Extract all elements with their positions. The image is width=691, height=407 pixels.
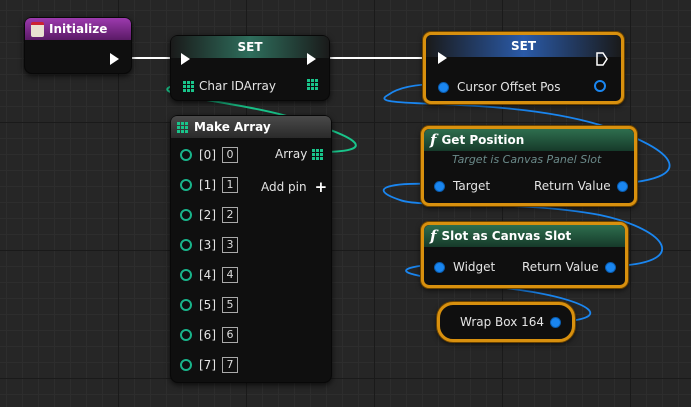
cursor-offset-input-pin[interactable]: Cursor Offset Pos bbox=[438, 80, 561, 94]
array-index-label: [3] bbox=[199, 238, 216, 252]
char-idarray-label: Char IDArray bbox=[199, 79, 276, 93]
set-title: SET bbox=[510, 39, 537, 53]
array-output-pin[interactable]: Array bbox=[275, 147, 324, 161]
exec-out-hollow-pin[interactable] bbox=[596, 52, 608, 66]
array-index-label: [5] bbox=[199, 298, 216, 312]
slot-as-canvas-header: f Slot as Canvas Slot bbox=[424, 225, 625, 247]
exec-arrow-icon bbox=[438, 52, 447, 64]
exec-hollow-icon bbox=[596, 52, 608, 66]
add-pin-button[interactable]: Add pin + bbox=[261, 178, 327, 196]
array-input-pin-4[interactable]: [4] 4 bbox=[180, 267, 238, 283]
array-value-field[interactable]: 6 bbox=[222, 327, 238, 343]
get-position-subtitle: Target is Canvas Panel Slot bbox=[452, 153, 602, 166]
widget-input-pin[interactable]: Widget bbox=[434, 260, 495, 274]
exec-arrow-icon bbox=[181, 53, 190, 65]
array-input-pin-6[interactable]: [6] 6 bbox=[180, 327, 238, 343]
object-pin-icon bbox=[604, 261, 616, 273]
array-input-pin-0[interactable]: [0] 0 bbox=[180, 147, 238, 163]
plus-icon: + bbox=[314, 178, 328, 196]
get-position-title: Get Position bbox=[441, 133, 525, 147]
object-pin-icon bbox=[434, 261, 445, 273]
array-index-label: [6] bbox=[199, 328, 216, 342]
set-header: SET bbox=[426, 35, 621, 57]
array-index-label: [0] bbox=[199, 148, 216, 162]
make-array-node[interactable]: Make Array Array Add pin + [0] 0 [1] 1 [2]… bbox=[170, 115, 332, 383]
exec-in-pin[interactable] bbox=[181, 53, 190, 65]
int-pin-icon bbox=[180, 269, 192, 281]
get-position-header: f Get Position bbox=[424, 129, 634, 151]
vector-pin-icon bbox=[616, 180, 628, 192]
make-array-icon bbox=[177, 121, 188, 133]
object-pin-icon bbox=[550, 316, 562, 328]
wrap-box-output-pin[interactable]: Wrap Box 164 bbox=[460, 315, 562, 329]
set-cursor-offset-node[interactable]: SET Cursor Offset Pos bbox=[423, 32, 624, 104]
int-pin-icon bbox=[180, 299, 192, 311]
int-pin-icon bbox=[180, 209, 192, 221]
array-input-pin-5[interactable]: [5] 5 bbox=[180, 297, 238, 313]
array-value-field[interactable]: 5 bbox=[222, 297, 238, 313]
initialize-node[interactable]: Initialize bbox=[24, 17, 132, 74]
slot-as-canvas-slot-node[interactable]: f Slot as Canvas Slot Widget Return Valu… bbox=[421, 222, 628, 288]
array-value-field[interactable]: 1 bbox=[222, 177, 238, 193]
function-icon: f bbox=[430, 131, 437, 149]
char-idarray-output-pin[interactable] bbox=[307, 79, 318, 90]
array-value-field[interactable]: 4 bbox=[222, 267, 238, 283]
exec-arrow-icon bbox=[307, 53, 316, 65]
int-pin-icon bbox=[180, 239, 192, 251]
exec-out-pin[interactable] bbox=[110, 53, 119, 65]
array-index-label: [2] bbox=[199, 208, 216, 222]
return-value-output-pin[interactable]: Return Value bbox=[522, 260, 616, 274]
return-value-output-pin[interactable]: Return Value bbox=[534, 179, 628, 193]
set-header: SET bbox=[171, 36, 329, 58]
cursor-offset-output-pin[interactable] bbox=[594, 80, 606, 92]
char-idarray-input-pin[interactable]: Char IDArray bbox=[183, 79, 276, 93]
return-value-label: Return Value bbox=[534, 179, 611, 193]
array-grid-icon bbox=[312, 148, 324, 160]
array-grid-icon bbox=[307, 79, 318, 90]
array-input-pin-7[interactable]: [7] 7 bbox=[180, 357, 238, 373]
make-array-header: Make Array bbox=[171, 116, 331, 138]
array-input-pin-1[interactable]: [1] 1 bbox=[180, 177, 238, 193]
int-pin-icon bbox=[180, 179, 192, 191]
event-icon bbox=[31, 21, 44, 37]
exec-arrow-icon bbox=[110, 53, 119, 65]
exec-in-pin[interactable] bbox=[438, 52, 447, 64]
set-char-idarray-node[interactable]: SET Char IDArray bbox=[170, 35, 330, 101]
array-value-field[interactable]: 2 bbox=[222, 207, 238, 223]
exec-out-pin[interactable] bbox=[307, 53, 316, 65]
set-title: SET bbox=[237, 40, 263, 54]
array-output-label: Array bbox=[275, 147, 308, 161]
cursor-offset-label: Cursor Offset Pos bbox=[457, 80, 561, 94]
wrap-box-variable-node[interactable]: Wrap Box 164 bbox=[437, 302, 575, 342]
array-value-field[interactable]: 0 bbox=[222, 147, 238, 163]
widget-label: Widget bbox=[453, 260, 496, 274]
array-index-label: [1] bbox=[199, 178, 216, 192]
array-input-pin-3[interactable]: [3] 3 bbox=[180, 237, 238, 253]
int-pin-icon bbox=[180, 329, 192, 341]
array-index-label: [7] bbox=[199, 358, 216, 372]
target-label: Target bbox=[453, 179, 491, 193]
vector-pin-hollow-icon bbox=[594, 80, 606, 92]
initialize-header: Initialize bbox=[25, 18, 131, 40]
slot-as-canvas-title: Slot as Canvas Slot bbox=[441, 229, 572, 243]
wrap-box-label: Wrap Box 164 bbox=[460, 315, 545, 329]
function-icon: f bbox=[430, 227, 437, 245]
add-pin-label: Add pin bbox=[261, 180, 307, 194]
int-pin-icon bbox=[180, 149, 192, 161]
return-value-label: Return Value bbox=[522, 260, 599, 274]
array-value-field[interactable]: 7 bbox=[222, 357, 238, 373]
array-grid-icon bbox=[183, 80, 194, 92]
object-pin-icon bbox=[434, 180, 445, 192]
vector-pin-icon bbox=[438, 81, 449, 93]
array-index-label: [4] bbox=[199, 268, 216, 282]
get-position-node[interactable]: f Get Position Target is Canvas Panel Sl… bbox=[421, 126, 637, 206]
int-pin-icon bbox=[180, 359, 192, 371]
array-input-pin-2[interactable]: [2] 2 bbox=[180, 207, 238, 223]
target-input-pin[interactable]: Target bbox=[434, 179, 490, 193]
array-value-field[interactable]: 3 bbox=[222, 237, 238, 253]
make-array-title: Make Array bbox=[194, 120, 271, 134]
initialize-title: Initialize bbox=[49, 22, 108, 36]
